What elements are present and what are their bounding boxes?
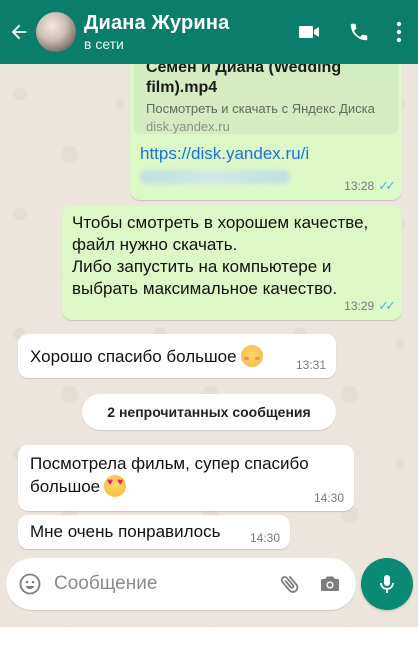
bottom-safe-area — [0, 627, 418, 657]
message-incoming[interactable]: Посмотрела фильм, супер спасибо большое … — [18, 445, 354, 511]
message-meta: 13:31 — [296, 358, 326, 372]
message-text: Хорошо спасибо большое — [30, 347, 237, 366]
read-ticks-icon: ✓✓ — [378, 298, 396, 313]
video-call-button[interactable] — [288, 11, 330, 53]
heart-eyes-emoji-icon — [104, 475, 127, 497]
message-meta: 14:30 — [250, 531, 280, 545]
message-outgoing[interactable]: Чтобы смотреть в хорошем качестве, файл … — [62, 206, 402, 320]
contact-info[interactable]: Диана Журина в сети — [84, 11, 229, 53]
emoji-icon — [19, 573, 41, 595]
message-meta: 13:29 ✓✓ — [344, 298, 396, 314]
mic-icon — [380, 575, 394, 593]
contact-name: Диана Журина — [84, 12, 230, 34]
chat-screen: Диана Журина в сети Семен и Диана (Weddi… — [0, 0, 418, 657]
paperclip-icon — [280, 575, 299, 593]
message-time: 13:28 — [344, 179, 375, 193]
camera-button[interactable] — [310, 558, 350, 610]
read-ticks-icon: ✓✓ — [378, 178, 396, 193]
message-time: 14:30 — [249, 531, 280, 545]
message-input[interactable]: Сообщение — [54, 573, 270, 595]
voice-record-button[interactable] — [361, 558, 413, 610]
phone-icon — [350, 23, 368, 41]
message-list[interactable]: Семен и Диана (Wedding film).mp4 Посмотр… — [0, 64, 418, 627]
message-line: файл нужно скачать. — [72, 235, 238, 254]
preview-domain: disk.yandex.ru — [146, 119, 230, 134]
emoji-button[interactable] — [6, 558, 54, 610]
message-line: Либо запустить на компьютере и — [72, 257, 332, 276]
message-link-preview[interactable]: Семен и Диана (Wedding film).mp4 Посмотр… — [130, 64, 402, 200]
message-composer: Сообщение — [6, 558, 356, 610]
chat-header: Диана Журина в сети — [0, 0, 418, 64]
message-incoming[interactable]: Хорошо спасибо большое 13:31 — [18, 334, 336, 378]
avatar[interactable] — [36, 12, 76, 52]
back-button[interactable] — [2, 0, 36, 64]
message-meta: 14:30 — [314, 491, 344, 505]
message-line: выбрать максимальное качество. — [72, 279, 338, 298]
voice-call-button[interactable] — [338, 11, 380, 53]
message-time: 14:30 — [313, 491, 344, 505]
link-preview-card[interactable]: Семен и Диана (Wedding film).mp4 Посмотр… — [134, 64, 398, 134]
message-line: большое — [30, 477, 101, 496]
back-arrow-icon — [11, 24, 27, 40]
more-vert-icon — [396, 21, 402, 43]
message-line: Посмотрела фильм, супер спасибо — [30, 454, 309, 473]
message-link[interactable]: https://disk.yandex.ru/i — [140, 144, 309, 164]
contact-status: в сети — [84, 36, 124, 52]
blush-emoji-icon — [240, 345, 263, 367]
message-time: 13:31 — [295, 358, 326, 372]
message-meta: 13:28 ✓✓ — [344, 178, 396, 194]
preview-title: Семен и Диана (Wedding film).mp4 — [146, 64, 342, 96]
attach-button[interactable] — [270, 558, 310, 610]
preview-description: Посмотреть и скачать с Яндекс Диска — [146, 101, 375, 116]
message-time: 13:29 — [344, 299, 375, 313]
video-call-icon — [299, 26, 319, 38]
camera-icon — [321, 576, 339, 591]
more-options-button[interactable] — [388, 11, 410, 53]
header-actions — [280, 0, 410, 64]
unread-divider: 2 непрочитанных сообщения — [82, 394, 336, 430]
message-incoming[interactable]: Мне очень понравилось 14:30 — [18, 515, 290, 549]
message-line: Чтобы смотреть в хорошем качестве, — [72, 213, 369, 232]
blurred-link-text — [140, 170, 290, 184]
message-text: Мне очень понравилось — [30, 522, 221, 541]
